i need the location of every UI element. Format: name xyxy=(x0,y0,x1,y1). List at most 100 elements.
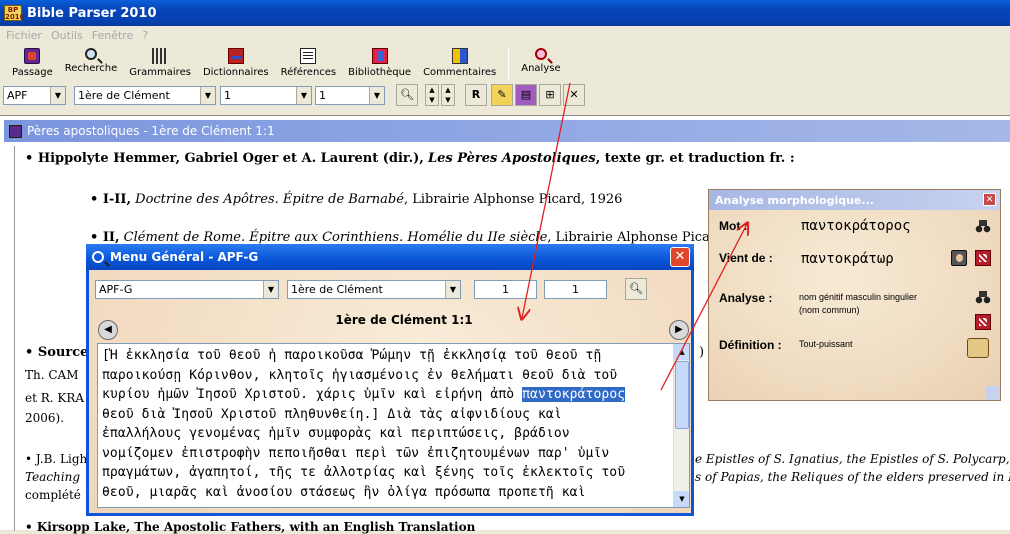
tree-icon: ⊞ xyxy=(545,88,555,101)
parse-icon[interactable] xyxy=(975,314,991,330)
book-select-value: 1ère de Clément xyxy=(78,89,170,102)
chevron-down-icon[interactable]: ▼ xyxy=(200,87,215,104)
parse-icon[interactable] xyxy=(975,250,991,266)
chapter-select-value: 1 xyxy=(224,89,231,102)
chevron-down-icon[interactable]: ▼ xyxy=(445,281,460,298)
document-title-bar: Pères apostoliques - 1ère de Clément 1:1 xyxy=(4,120,1010,142)
dialog-book-select[interactable]: 1ère de Clément ▼ xyxy=(287,280,461,299)
chevron-down-icon: ▼ xyxy=(429,96,435,104)
toolbar-separator xyxy=(508,48,510,80)
portrait-icon[interactable] xyxy=(951,250,967,266)
dictionnaires-button[interactable]: Dictionnaires xyxy=(197,46,275,78)
analyse-button[interactable]: Analyse xyxy=(515,46,566,74)
chevron-down-icon[interactable]: ▼ xyxy=(263,281,278,298)
dialog-version-select[interactable]: APF-G ▼ xyxy=(95,280,279,299)
chevron-up-icon[interactable]: ▲ xyxy=(674,344,689,360)
scrollbar-thumb[interactable] xyxy=(675,361,689,429)
tools-icon: ✕ xyxy=(569,88,579,101)
dialog-search-button[interactable]: 🔍︎ xyxy=(625,278,647,300)
grammaires-button[interactable]: Grammaires xyxy=(123,46,197,78)
mot-value: παντοκράτορος xyxy=(801,218,911,234)
analyse-label-text: Analyse : xyxy=(719,291,773,305)
go-button[interactable]: 🔍︎ xyxy=(396,84,418,106)
app-title: Bible Parser 2010 xyxy=(27,5,157,21)
ref3-title: Clément de Rome. Épitre aux Corinthiens.… xyxy=(123,230,548,245)
verse-line: θεοῦ διὰ Ἰησοῦ Χριστοῦ πληθυνθείη.] Διὰ … xyxy=(102,406,562,422)
selected-word[interactable]: παντοκράτορος xyxy=(522,387,626,402)
passage-label: Passage xyxy=(12,67,53,78)
version-select-value: APF xyxy=(7,89,28,102)
definition-value: Tout-puissant xyxy=(799,339,853,349)
verse-text-area[interactable]: [Ἡ ἐκκλησία τοῦ θεοῦ ἡ παροικοῦσα Ῥώμην … xyxy=(97,343,690,508)
dialog-chapter-input[interactable]: 1 xyxy=(474,280,537,299)
tools-button[interactable]: ✕ xyxy=(563,84,585,106)
dialog-verse-input[interactable]: 1 xyxy=(544,280,607,299)
analyse-value: nom génitif masculin singulier (nom commu… xyxy=(799,291,917,317)
dialog-version-value: APF-G xyxy=(99,283,133,296)
menu-fenetre[interactable]: Fenêtre xyxy=(92,29,134,42)
books-tool-button[interactable]: ▤ xyxy=(515,84,537,106)
chevron-down-icon[interactable]: ▼ xyxy=(674,491,689,507)
analyse-value-line2: (nom commun) xyxy=(799,305,860,315)
r-button[interactable]: R xyxy=(465,84,487,106)
menu-help[interactable]: ? xyxy=(142,29,148,42)
menu-outils[interactable]: Outils xyxy=(51,29,83,42)
recherche-button[interactable]: Recherche xyxy=(59,46,124,74)
binoculars-icon[interactable] xyxy=(975,218,991,234)
verse-text: [Ἡ ἐκκλησία τοῦ θεοῦ ἡ παροικοῦσα Ῥώμην … xyxy=(102,346,670,502)
highlight-tool-button[interactable]: ✎ xyxy=(491,84,513,106)
chevron-down-icon[interactable]: ▼ xyxy=(50,87,65,104)
book-icon xyxy=(9,124,22,138)
book-icon xyxy=(24,48,41,64)
text-scrollbar[interactable]: ▲ ▼ xyxy=(673,344,689,507)
spin-verse[interactable]: ▲ ▼ xyxy=(441,84,455,106)
dialog-title-bar: Menu Général - APF-G xyxy=(86,244,694,270)
bibliotheque-button[interactable]: Bibliothèque xyxy=(342,46,417,78)
scroll-icon[interactable] xyxy=(967,338,989,358)
menu-fichier[interactable]: Fichier xyxy=(6,29,42,42)
app-logo-icon: BP 2010 xyxy=(4,5,25,21)
verse-select[interactable]: 1 ▼ xyxy=(315,86,385,105)
ref2-title: Doctrine des Apôtres. Épitre de Barnabé xyxy=(135,192,404,207)
next-verse-button[interactable]: ▶ xyxy=(669,320,689,340)
dictionnaires-label: Dictionnaires xyxy=(202,67,269,78)
spin-chapter[interactable]: ▲ ▼ xyxy=(425,84,439,106)
verse-line: νομίζομεν ἐπιστροφὴν πεποιῆσθαι περὶ τῶν… xyxy=(102,445,610,461)
reference-line-3: • II, Clément de Rome. Épitre aux Corint… xyxy=(90,230,766,245)
chevron-down-icon[interactable]: ▼ xyxy=(369,87,384,104)
dialog-chapter-value: 1 xyxy=(502,283,509,296)
chapter-select[interactable]: 1 ▼ xyxy=(220,86,312,105)
definition-label: Définition : xyxy=(719,338,782,352)
analyse-label: Analyse xyxy=(521,63,561,74)
books-icon: ▤ xyxy=(520,88,532,101)
previous-verse-button[interactable]: ◀ xyxy=(98,320,118,340)
dialog-title: Menu Général - APF-G xyxy=(110,250,259,264)
menu-bar: Fichier Outils Fenêtre ? xyxy=(0,26,1010,44)
verse-line: θεοῦ, μιαρᾶς καὶ ἀνοσίου στάσεως ἣν ὀλίγ… xyxy=(102,484,586,500)
reference-line-2: • I-II, Doctrine des Apôtres. Épitre de … xyxy=(90,192,622,207)
binoculars-icon[interactable] xyxy=(975,289,991,305)
dialog-close-button[interactable]: ✕ xyxy=(670,247,690,267)
references-button[interactable]: Références xyxy=(275,46,343,78)
tree-tool-button[interactable]: ⊞ xyxy=(539,84,561,106)
close-icon: ✕ xyxy=(674,249,686,264)
main-toolbar: Passage Recherche Grammaires Dictionnair… xyxy=(0,46,1010,82)
search-icon: 🔍︎ xyxy=(629,282,643,295)
papias-fragment: s of Papias, the Reliques of the elders … xyxy=(695,470,1010,484)
chevron-down-icon[interactable]: ▼ xyxy=(296,87,311,104)
complete-fragment: complété xyxy=(25,488,81,502)
verse-select-value: 1 xyxy=(319,89,326,102)
close-icon[interactable]: ✕ xyxy=(983,193,996,206)
verse-line: ἐπαλλήλους γενομένας ἡμῖν συμφορὰς καὶ π… xyxy=(102,426,570,441)
resize-grip-icon[interactable] xyxy=(986,386,1000,400)
comments-icon xyxy=(451,48,468,64)
menu-general-dialog: Menu Général - APF-G ✕ APF-G ▼ 1ère de C… xyxy=(86,244,694,516)
passage-button[interactable]: Passage xyxy=(6,46,59,78)
analysis-icon xyxy=(534,48,547,60)
dictionary-icon xyxy=(227,48,244,64)
commentaires-button[interactable]: Commentaires xyxy=(417,46,502,78)
version-select[interactable]: APF ▼ xyxy=(3,86,66,105)
ref2-vol: • I-II, xyxy=(90,192,131,207)
book-select[interactable]: 1ère de Clément ▼ xyxy=(74,86,216,105)
chevron-up-icon: ▲ xyxy=(445,86,451,94)
